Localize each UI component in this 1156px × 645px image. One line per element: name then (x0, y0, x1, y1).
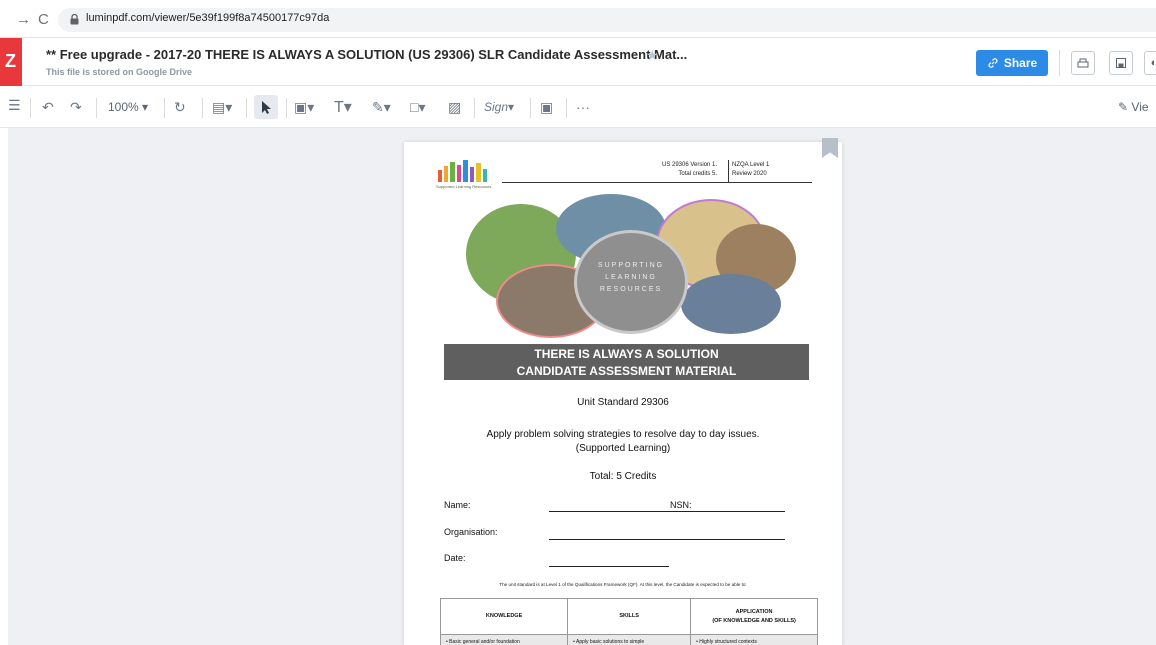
comment-tool-icon[interactable]: ▣ (540, 99, 553, 116)
organisation-field-line[interactable] (549, 539, 785, 540)
sidebar-toggle-icon[interactable]: ☰ (8, 97, 21, 114)
total-credits-short: Total credits 5. (678, 171, 718, 177)
storage-note: This file is stored on Google Drive (46, 67, 193, 77)
table-header-main: APPLICATION (735, 608, 773, 615)
view-mode-label: Vie (1131, 100, 1149, 114)
toolbar-divider (286, 98, 287, 118)
collage-line: RESOURCES (599, 286, 663, 293)
print-button[interactable] (1071, 51, 1095, 75)
banner-title: THERE IS ALWAYS A SOLUTION (534, 347, 719, 361)
url-text[interactable]: luminpdf.com/viewer/5e39f199f8a74500177c… (86, 12, 329, 24)
cloud-icon: ◐ (1150, 57, 1156, 69)
shape-tool-icon[interactable]: □▾ (410, 99, 425, 116)
purpose-line: (Supported Learning) (575, 443, 671, 454)
rotate-icon[interactable]: ↻ (174, 99, 186, 116)
qf-note: The unit standard is at Level 1 of the Q… (499, 582, 747, 587)
highlight-icon[interactable]: ▣▾ (294, 99, 314, 116)
thumbnail-panel-edge (0, 128, 8, 645)
total-credits: Total: 5 Credits (589, 471, 657, 482)
save-icon (1116, 58, 1126, 68)
view-mode-button[interactable]: ✎ Vie (1118, 100, 1149, 114)
table-header-sub: (OF KNOWLEDGE AND SKILLS) (712, 617, 796, 624)
share-label: Share (1003, 56, 1038, 70)
name-label: Name: (444, 500, 471, 510)
unit-purpose: Apply problem solving strategies to reso… (404, 428, 842, 456)
collage-line: SUPPORTING (597, 262, 665, 269)
save-button[interactable] (1109, 51, 1133, 75)
toolbar-divider (96, 98, 97, 118)
title-banner: THERE IS ALWAYS A SOLUTION CANDIDATE ASS… (444, 344, 809, 380)
organisation-label: Organisation: (444, 527, 498, 537)
image-tool-icon[interactable]: ▨ (448, 99, 461, 116)
star-icon[interactable]: ★ (646, 47, 659, 64)
supporting-learning-text: SUPPORTING LEARNING RESOURCES (574, 260, 688, 296)
header-divider (728, 160, 729, 182)
date-field-line[interactable] (549, 566, 669, 567)
table-cell: • Basic general and/or foundation (439, 634, 569, 645)
pen-tool-icon[interactable]: ✎▾ (372, 99, 391, 116)
us-version: US 29306 Version 1. (662, 162, 718, 168)
signature-tool-icon[interactable]: Sign▾ (484, 100, 514, 114)
us-version-info: US 29306 Version 1. Total credits 5. (662, 161, 717, 179)
app-header: Z ** Free upgrade - 2017-20 THERE IS ALW… (0, 38, 1156, 86)
toolbar-divider (164, 98, 165, 118)
table-header: KNOWLEDGE (439, 598, 569, 635)
pencil-icon: ✎ (1118, 100, 1129, 114)
purpose-line: Apply problem solving strategies to reso… (486, 429, 760, 440)
header-rule (502, 182, 812, 183)
cloud-button[interactable]: ◐ (1144, 51, 1156, 75)
banner-subtitle: CANDIDATE ASSESSMENT MATERIAL (516, 364, 737, 378)
share-button[interactable]: Share (976, 50, 1048, 76)
editor-toolbar: ☰ ↶ ↷ 100% ▾ ↻ ▤▾ ▣▾ T▾ ✎▾ □▾ ▨ Sign▾ ▣ … (0, 86, 1156, 128)
cursor-arrow-icon (262, 101, 271, 114)
link-icon (988, 58, 998, 68)
toolbar-divider (30, 98, 31, 118)
nsn-label: NSN: (670, 500, 692, 510)
toolbar-divider (566, 98, 567, 118)
zoom-select[interactable]: 100% ▾ (108, 100, 148, 114)
toolbar-divider (202, 98, 203, 118)
table-header: APPLICATION (OF KNOWLEDGE AND SKILLS) (690, 598, 818, 635)
nzqa-level: NZQA Level 1 (732, 162, 770, 168)
select-tool-button[interactable] (254, 95, 278, 119)
toolbar-divider (530, 98, 531, 118)
reload-icon[interactable]: C (38, 11, 49, 28)
table-row: • Basic general and/or foundation • Appl… (439, 634, 818, 645)
text-tool-icon[interactable]: T▾ (334, 97, 352, 117)
date-label: Date: (444, 553, 466, 563)
document-title[interactable]: ** Free upgrade - 2017-20 THERE IS ALWAY… (46, 47, 687, 62)
pdf-page[interactable]: Supported Learning Resources US 29306 Ve… (404, 142, 842, 645)
unit-standard: Unit Standard 29306 (577, 397, 669, 408)
toolbar-divider (474, 98, 475, 118)
toolbar-divider (246, 98, 247, 118)
lumin-logo[interactable]: Z (0, 38, 22, 86)
nzqa-info: NZQA Level 1 Review 2020 (732, 161, 769, 179)
printer-icon (1077, 58, 1089, 68)
undo-icon[interactable]: ↶ (42, 99, 54, 116)
header-divider (1059, 50, 1060, 76)
slr-hands-logo (438, 160, 487, 182)
collage-line: LEARNING (605, 274, 657, 281)
table-header: SKILLS (567, 598, 692, 635)
name-field-line[interactable] (549, 511, 785, 512)
table-cell: • Apply basic solutions to simple (567, 634, 692, 645)
zoom-value: 100% (108, 100, 139, 114)
browser-address-bar: → C luminpdf.com/viewer/5e39f199f8a74500… (0, 0, 1156, 38)
slr-caption: Supported Learning Resources (436, 184, 492, 189)
collage-photo (681, 274, 781, 334)
logo-mark-icon: Z (5, 51, 16, 71)
redo-icon[interactable]: ↷ (70, 99, 82, 116)
level-descriptor-table: KNOWLEDGE SKILLS APPLICATION (OF KNOWLED… (439, 598, 818, 645)
forward-arrow-icon[interactable]: → (16, 11, 31, 28)
page-tools-icon[interactable]: ▤▾ (212, 99, 232, 116)
review-year: Review 2020 (732, 171, 767, 177)
more-options-icon[interactable]: ··· (576, 99, 590, 115)
table-cell: • Highly structured contexts (690, 634, 818, 645)
lock-icon (70, 14, 79, 25)
